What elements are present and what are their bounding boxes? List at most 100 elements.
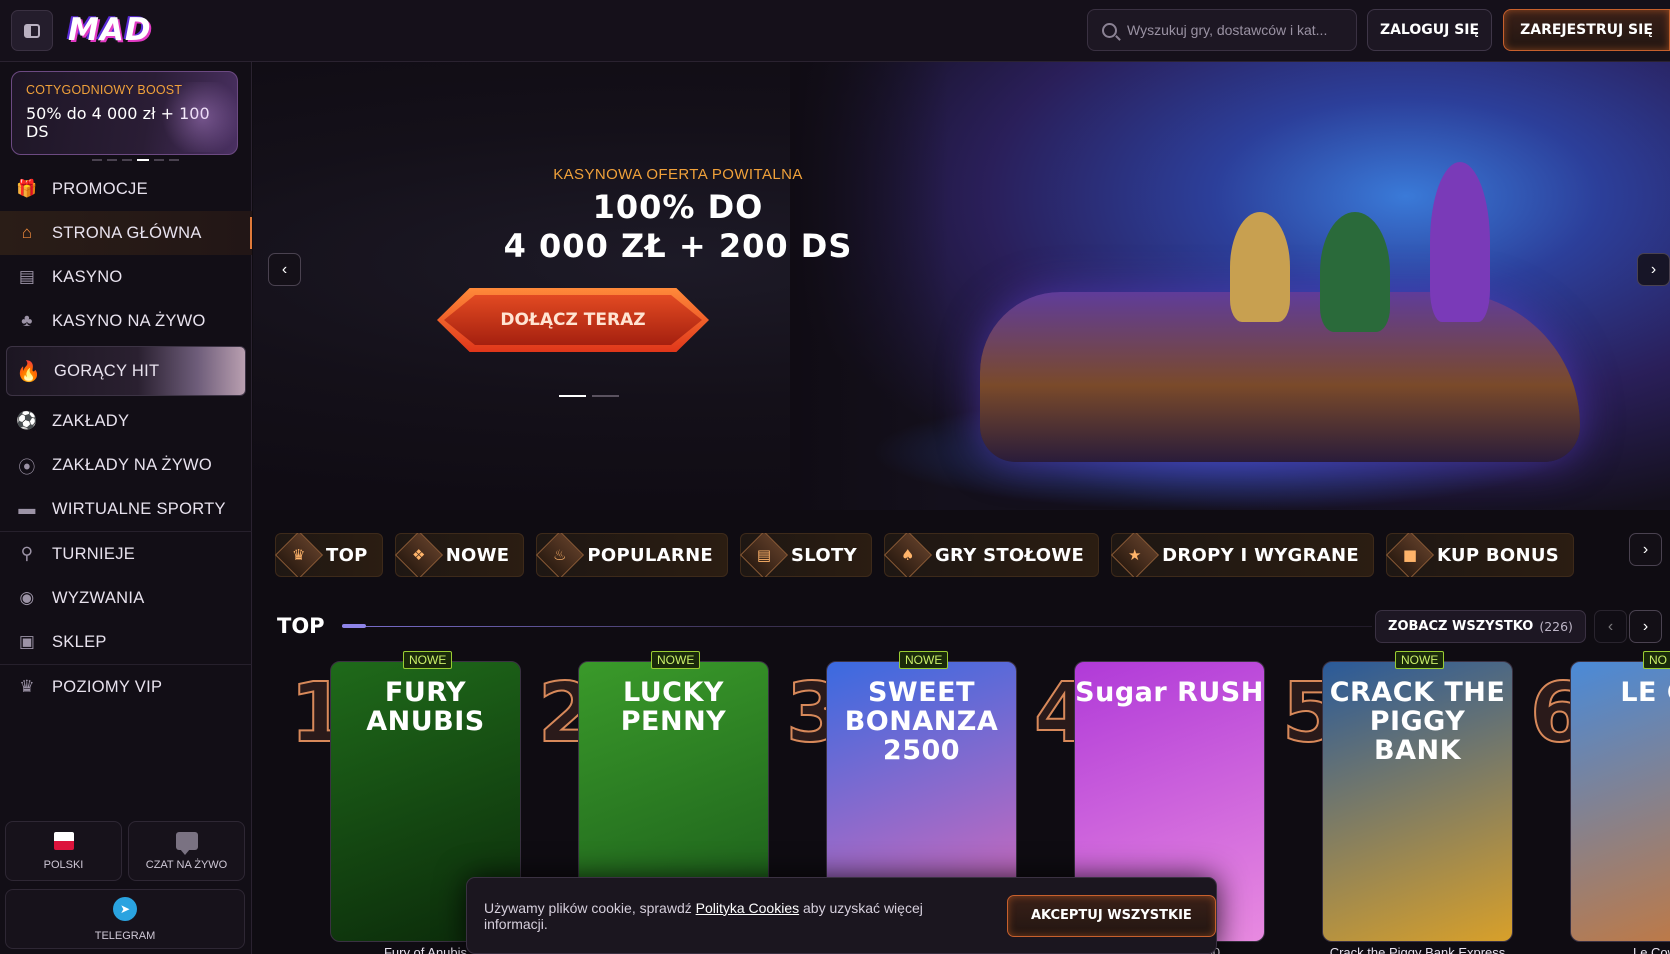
sidebar-item-zaklady-na-zywo[interactable]: ⦿ ZAKŁADY NA ŻYWO [0, 443, 252, 487]
boost-dot[interactable] [154, 159, 164, 161]
category-popularne[interactable]: ♨ POPULARNE [536, 533, 729, 577]
hero-banner: KASYNOWA OFERTA POWITALNA 100% DO 4 000 … [253, 62, 1670, 510]
boost-dot[interactable] [92, 159, 102, 161]
megaphone-icon: ❖ [394, 533, 443, 577]
category-label: TOP [326, 544, 368, 566]
sidebar-item-wyzwania[interactable]: ◉ WYZWANIA [0, 576, 252, 620]
boost-dot[interactable] [107, 159, 117, 161]
sidebar-item-label: SKLEP [52, 632, 107, 651]
hero-carousel-dots [559, 395, 619, 397]
shopping-bag-icon: ▣ [18, 632, 36, 651]
sidebar-item-promocje[interactable]: 🎁 PROMOCJE [0, 167, 252, 211]
cookie-policy-link[interactable]: Polityka Cookies [696, 900, 800, 916]
game-thumbnail[interactable]: CRACK THE PIGGY BANK [1322, 661, 1513, 942]
category-label: GRY STOŁOWE [934, 544, 1085, 566]
see-all-count: (226) [1539, 619, 1573, 634]
drops-wins-icon: ★ [1111, 533, 1160, 577]
telegram-button[interactable]: ➤ TELEGRAM [5, 889, 245, 949]
slot-machine-icon: ▤ [18, 267, 36, 286]
category-top[interactable]: ♛ TOP [275, 533, 383, 577]
game-thumbnail[interactable]: LE CO [1570, 661, 1670, 942]
game-tile[interactable]: 6LE CONOLe Cowboy [1529, 651, 1670, 954]
chat-icon [175, 831, 198, 855]
telegram-label: TELEGRAM [94, 929, 156, 942]
login-button[interactable]: ZALOGUJ SIĘ [1367, 9, 1492, 51]
boost-dot[interactable] [122, 159, 132, 161]
new-badge: NOWE [899, 651, 949, 669]
gift-icon: ■ [1385, 533, 1435, 577]
sidebar-toggle-button[interactable] [11, 10, 53, 51]
flame-icon: ♨ [536, 533, 585, 577]
sidebar-item-kasyno[interactable]: ▤ KASYNO [0, 255, 252, 299]
category-label: DROPY I WYGRANE [1162, 544, 1359, 566]
game-tile[interactable]: 5 CRACK THE PIGGY BANK NOWE Crack the Piggy… [1281, 651, 1530, 954]
hero-person [1430, 162, 1490, 322]
top-bar: MAD ZALOGUJ SIĘ ZAREJESTRUJ SIĘ [0, 0, 1670, 62]
sidebar-item-goracy-hit[interactable]: 🔥 GORĄCY HIT [6, 346, 246, 396]
weekly-boost-card[interactable]: COTYGODNIOWY BOOST 50% do 4 000 zł + 100… [11, 71, 238, 155]
boost-dot[interactable] [169, 159, 179, 161]
join-now-button[interactable]: DOŁĄCZ TERAZ [437, 288, 709, 352]
register-button[interactable]: ZAREJESTRUJ SIĘ [1503, 9, 1670, 51]
sidebar-item-label: PROMOCJE [52, 179, 148, 198]
hero-next-button[interactable]: › [1637, 253, 1670, 286]
hero-title-line1: 100% DO [592, 188, 764, 226]
chevron-left-icon: ‹ [1607, 617, 1614, 635]
game-art-title: CRACK THE PIGGY BANK [1329, 677, 1506, 766]
category-label: NOWE [445, 544, 510, 566]
search-box[interactable] [1087, 9, 1357, 51]
live-chat-button[interactable]: CZAT NA ŻYWO [128, 821, 245, 881]
telegram-icon: ➤ [113, 896, 137, 921]
games-prev-button[interactable]: ‹ [1594, 610, 1627, 643]
see-all-button[interactable]: ZOBACZ WSZYSTKO (226) [1375, 610, 1586, 643]
home-icon: ⌂ [21, 223, 33, 242]
category-label: SLOTY [791, 544, 857, 566]
language-button[interactable]: POLSKI [5, 821, 122, 881]
sidebar-item-strona-glowna[interactable]: ⌂ STRONA GŁÓWNA [0, 211, 252, 255]
category-sloty[interactable]: ▤ SLOTY [739, 533, 872, 577]
live-chat-label: CZAT NA ŻYWO [145, 858, 228, 871]
cookie-text: Używamy plików cookie, sprawdź Polityka … [484, 900, 989, 932]
sidebar-item-label: KASYNO [52, 267, 123, 286]
logo[interactable]: MAD [68, 12, 152, 48]
new-badge: NOWE [651, 651, 701, 669]
sidebar-item-label: WYZWANIA [52, 588, 145, 607]
search-icon [1102, 22, 1117, 38]
language-label: POLSKI [43, 858, 84, 871]
hero-title-line2: 4 000 ZŁ + 200 DS [503, 227, 853, 265]
cookie-text-before: Używamy plików cookie, sprawdź [484, 899, 696, 916]
sidebar-item-sklep[interactable]: ▣ SKLEP [0, 620, 252, 664]
hero-dot[interactable] [592, 395, 619, 397]
categories-next-button[interactable]: › [1629, 533, 1662, 566]
cookie-banner: Używamy plików cookie, sprawdź Polityka … [466, 877, 1217, 954]
sidebar-nav: 🎁 PROMOCJE ⌂ STRONA GŁÓWNA ▤ KASYNO ♣ KASYNO… [0, 167, 252, 709]
category-dropy-i-wygrane[interactable]: ★ DROPY I WYGRANE [1111, 533, 1374, 577]
crown-icon: ♛ [19, 677, 35, 696]
boost-dot-active[interactable] [137, 159, 149, 161]
boost-title: 50% do 4 000 zł + 100 DS [26, 104, 210, 141]
sidebar-item-kasyno-na-zywo[interactable]: ♣ KASYNO NA ŻYWO [0, 299, 252, 343]
cards-icon: ♣ [21, 311, 33, 330]
hero-dot-active[interactable] [559, 395, 586, 397]
category-kup-bonus[interactable]: ■ KUP BONUS [1385, 533, 1575, 577]
category-label: POPULARNE [587, 544, 714, 566]
category-nowe[interactable]: ❖ NOWE [394, 533, 525, 577]
sidebar-item-wirtualne-sporty[interactable]: ▬ WIRTUALNE SPORTY [0, 487, 252, 531]
search-input[interactable] [1127, 22, 1347, 38]
new-badge: NO [1643, 651, 1670, 669]
join-now-label: DOŁĄCZ TERAZ [500, 310, 646, 330]
sidebar-item-label: ZAKŁADY [52, 411, 130, 430]
sidebar-item-label: ZAKŁADY NA ŻYWO [52, 455, 213, 474]
sidebar-item-zaklady[interactable]: ⚽ ZAKŁADY [0, 399, 252, 443]
poland-flag-icon [53, 831, 74, 850]
accept-cookies-button[interactable]: AKCEPTUJ WSZYSTKIE [1006, 894, 1216, 937]
hero-prev-button[interactable]: ‹ [268, 253, 301, 286]
games-next-button[interactable]: › [1629, 610, 1662, 643]
crown-icon: ♛ [275, 533, 324, 577]
sidebar-item-poziomy-vip[interactable]: ♛ POZIOMY VIP [0, 665, 252, 709]
chevron-right-icon: › [1642, 540, 1649, 558]
live-broadcast-icon: ⦿ [18, 457, 36, 477]
category-gry-stolowe[interactable]: ♠ GRY STOŁOWE [883, 533, 1100, 577]
sidebar-item-turnieje[interactable]: ⚲ TURNIEJE [0, 532, 252, 576]
hero-tag: KASYNOWA OFERTA POWITALNA [553, 166, 803, 183]
